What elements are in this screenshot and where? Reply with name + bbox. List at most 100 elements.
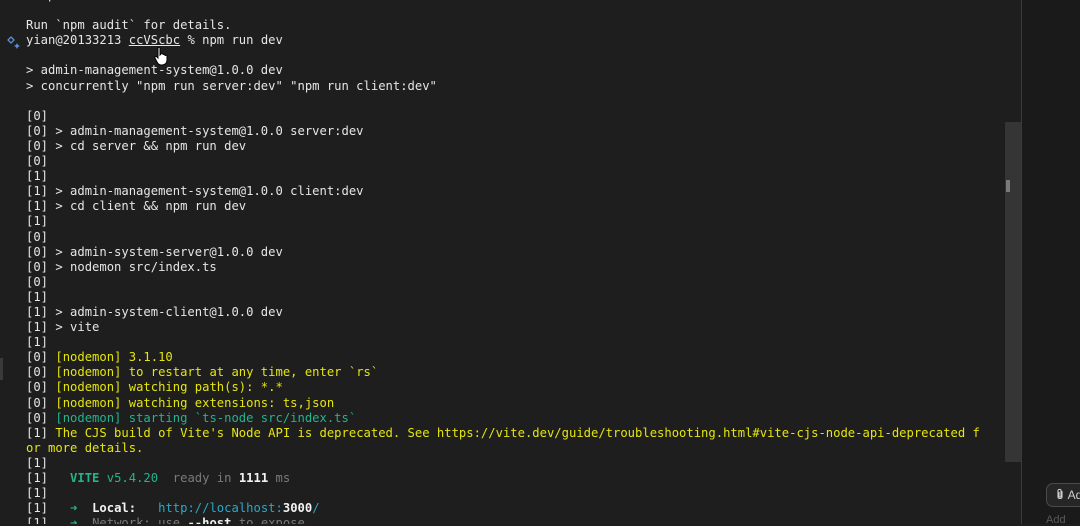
terminal-line: [1] The CJS build of Vite's Node API is …	[26, 426, 1006, 441]
terminal-text: [1]	[26, 455, 49, 470]
terminal-text: http://localhost:	[158, 501, 283, 516]
hand-pointer-icon	[153, 46, 169, 66]
terminal-line: [0] > admin-management-system@1.0.0 serv…	[26, 124, 1006, 139]
terminal-text: npm audit fix --force	[26, 0, 195, 2]
terminal-text: [1] > cd client && npm run dev	[26, 199, 247, 214]
terminal-text: Local:	[92, 501, 137, 516]
terminal-text: > concurrently "npm run server:dev" "npm…	[26, 78, 437, 93]
terminal-text: Network:	[92, 516, 151, 524]
terminal-line: [0]	[26, 109, 1006, 124]
left-edge-marker	[0, 358, 3, 380]
terminal-line: > admin-management-system@1.0.0 dev	[26, 63, 1006, 78]
terminal-text: use	[150, 516, 188, 524]
terminal-line: [1] > admin-management-system@1.0.0 clie…	[26, 184, 1006, 199]
side-panel	[1022, 0, 1080, 524]
terminal-line: [1]	[26, 290, 1006, 305]
terminal-text: 3000	[282, 501, 313, 516]
terminal-text: The CJS build of Vite's Node API is depr…	[55, 425, 980, 440]
terminal-text: yian@20133213	[26, 33, 129, 48]
terminal-line: [1]	[26, 169, 1006, 184]
terminal-text: /	[312, 501, 320, 516]
terminal-text: --host	[187, 516, 232, 524]
terminal-text: [0] > nodemon src/index.ts	[26, 259, 217, 274]
terminal-text: or more details.	[26, 440, 144, 455]
terminal-line: [0] > nodemon src/index.ts	[26, 260, 1006, 275]
terminal-line: [0]	[26, 230, 1006, 245]
terminal-text: [1]	[26, 425, 56, 440]
terminal-line: [1]	[26, 456, 1006, 471]
terminal-text: [nodemon] to restart at any time, enter …	[55, 365, 379, 380]
terminal-text: [1] > admin-management-system@1.0.0 clie…	[26, 184, 364, 199]
terminal-line: [0] [nodemon] starting `ts-node src/inde…	[26, 411, 1006, 426]
terminal-line: [1] > vite	[26, 320, 1006, 335]
terminal-text: [nodemon] watching path(s): *.*	[55, 380, 283, 395]
attach-button[interactable]: Ad	[1046, 483, 1080, 507]
terminal-line: [0] [nodemon] watching extensions: ts,js…	[26, 396, 1006, 411]
terminal-line: yian@20133213 ccVScbc % npm run dev	[26, 33, 1006, 48]
terminal-text: [nodemon] starting `ts-node src/index.ts…	[55, 410, 357, 425]
sparkle-diamond-icon	[6, 35, 22, 51]
terminal-line: or more details.	[26, 441, 1006, 456]
terminal-text: [nodemon] watching extensions: ts,json	[55, 395, 335, 410]
terminal-text: [0]	[26, 380, 56, 395]
terminal-text: [0]	[26, 350, 56, 365]
terminal-line: [0] [nodemon] to restart at any time, en…	[26, 365, 1006, 380]
terminal-text: [1] > vite	[26, 320, 100, 335]
terminal-line: [1]	[26, 214, 1006, 229]
terminal-line: [0] > admin-system-server@1.0.0 dev	[26, 245, 1006, 260]
terminal-text: [0]	[26, 154, 49, 169]
terminal-text: [1]	[26, 516, 71, 524]
terminal-text: [0] > cd server && npm run dev	[26, 138, 247, 153]
terminal-text: [0]	[26, 410, 56, 425]
terminal-text: [0]	[26, 365, 56, 380]
terminal-line: [0] [nodemon] watching path(s): *.*	[26, 380, 1006, 395]
terminal-text: ready in	[158, 471, 239, 485]
terminal-line: [1] ➜ Local: http://localhost:3000/	[26, 501, 1006, 516]
terminal-text: [1]	[26, 335, 49, 350]
panel-hint-text: Add	[1046, 514, 1066, 526]
terminal-text: [1]	[26, 471, 71, 485]
terminal-text: [1] > admin-system-client@1.0.0 dev	[26, 304, 283, 319]
terminal-text: ms	[268, 471, 291, 485]
terminal-line: Run `npm audit` for details.	[26, 18, 1006, 33]
terminal-text: % npm run dev	[180, 33, 283, 48]
terminal-line: [0]	[26, 154, 1006, 169]
terminal-line: [1]	[26, 486, 1006, 501]
terminal-line: [0] > cd server && npm run dev	[26, 139, 1006, 154]
terminal-line: [1] > admin-system-client@1.0.0 dev	[26, 305, 1006, 320]
terminal-line: [1] VITE v5.4.20 ready in 1111 ms	[26, 471, 1006, 486]
terminal-lines: npm audit fix --force Run `npm audit` for…	[26, 0, 1006, 524]
terminal-text: 1111	[238, 471, 269, 485]
terminal-output[interactable]: npm audit fix --force Run `npm audit` for…	[0, 0, 1022, 524]
terminal-line: [1] ➜ Network: use --host to expose	[26, 516, 1006, 524]
terminal-text: [0] > admin-system-server@1.0.0 dev	[26, 244, 283, 259]
terminal-text: [1]	[26, 169, 49, 184]
scrollbar-thumb[interactable]	[1005, 122, 1021, 462]
terminal-text: [1]	[26, 501, 71, 516]
terminal-text: [nodemon] 3.1.10	[55, 350, 173, 365]
terminal-line: [0] [nodemon] 3.1.10	[26, 350, 1006, 365]
terminal-text: [0]	[26, 108, 49, 123]
terminal-text: [0]	[26, 395, 56, 410]
terminal-text: [0]	[26, 274, 49, 289]
scrollbar-marker	[1006, 180, 1010, 192]
terminal-text: Run `npm audit` for details.	[26, 18, 232, 33]
terminal-text: [0]	[26, 229, 49, 244]
terminal-line: [0]	[26, 275, 1006, 290]
terminal-text: [1]	[26, 289, 49, 304]
terminal-text: to expose	[231, 516, 305, 524]
terminal-text: VITE	[70, 471, 100, 485]
terminal-line: [1]	[26, 335, 1006, 350]
attach-label: Ad	[1067, 488, 1080, 502]
paperclip-icon	[1055, 488, 1068, 502]
terminal-text: [1]	[26, 486, 49, 501]
terminal-line: [1] > cd client && npm run dev	[26, 199, 1006, 214]
terminal-text: v5.4.20	[99, 471, 159, 485]
terminal-text: [0] > admin-management-system@1.0.0 serv…	[26, 123, 364, 138]
